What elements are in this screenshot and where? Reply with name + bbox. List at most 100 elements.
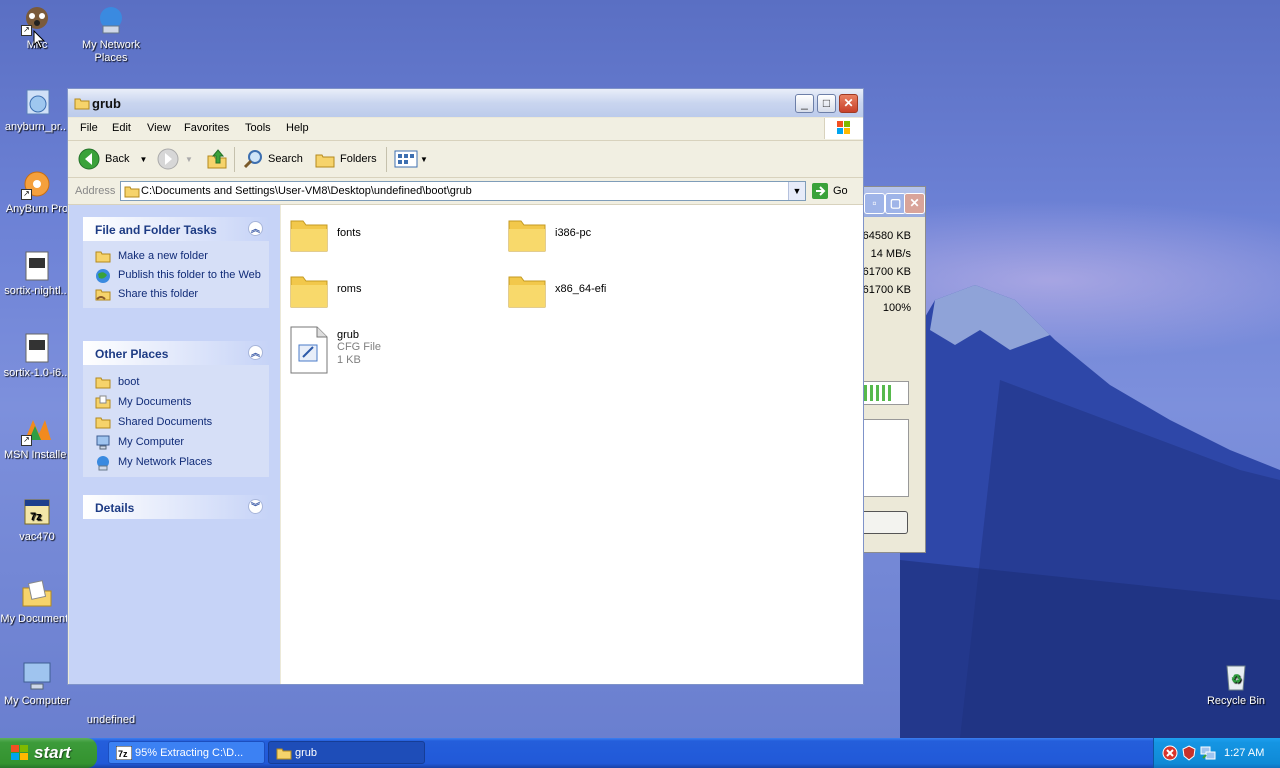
desktop-icon-network-places[interactable]: My Network Places	[74, 4, 148, 65]
address-value: C:\Documents and Settings\User-VM8\Deskt…	[141, 185, 472, 197]
taskbar-button-grub[interactable]: grub	[268, 741, 425, 764]
extract-maximize-button[interactable]: ▢	[885, 193, 906, 214]
chevron-down-icon[interactable]: ▼	[139, 155, 147, 164]
extract-close-button[interactable]: ✕	[904, 193, 925, 214]
desktop-icon-my-computer[interactable]: My Computer	[0, 660, 74, 708]
search-label: Search	[268, 153, 303, 165]
back-button[interactable]: Back ▼	[78, 148, 147, 170]
folder-item-fonts[interactable]: fonts	[289, 215, 361, 253]
make-new-folder-link[interactable]: Make a new folder	[83, 247, 269, 266]
anyburn-icon: ↗	[21, 168, 53, 200]
close-button[interactable]: ✕	[839, 94, 858, 113]
folder-item-x86-64-efi[interactable]: x86_64-efi	[507, 271, 606, 309]
views-icon	[394, 150, 418, 168]
iso-file-icon	[21, 332, 53, 364]
7zip-archive-icon: 7z	[21, 496, 53, 528]
folder-icon	[290, 220, 328, 252]
extract-progress-window[interactable]: ▫ ▢ ✕ 64580 KB 14 MB/s 61700 KB 61700 KB…	[862, 186, 926, 553]
desktop-icon-anyburn[interactable]: ↗ AnyBurn Pro	[0, 168, 74, 216]
menu-help[interactable]: Help	[286, 122, 309, 134]
search-button[interactable]: Search	[242, 148, 303, 170]
extract-progress-bar	[862, 381, 909, 405]
network-icon[interactable]	[1200, 745, 1216, 764]
extract-minimize-button[interactable]: ▫	[864, 193, 885, 214]
other-place-shared-documents[interactable]: Shared Documents	[83, 413, 269, 433]
collapse-chevron-icon[interactable]: ︽	[248, 221, 263, 236]
desktop-icon-vac470[interactable]: 7z vac470	[0, 496, 74, 544]
chevron-down-icon[interactable]: ▼	[420, 155, 428, 164]
shared-folder-icon	[95, 415, 111, 433]
folders-label: Folders	[340, 153, 377, 165]
menu-tools[interactable]: Tools	[245, 122, 271, 134]
desktop-icon-label: undefined	[86, 714, 136, 726]
address-input[interactable]: C:\Documents and Settings\User-VM8\Deskt…	[120, 181, 806, 201]
folder-item-i386-pc[interactable]: i386-pc	[507, 215, 591, 253]
address-label: Address	[75, 185, 116, 197]
other-place-boot[interactable]: boot	[83, 373, 269, 393]
share-folder-link[interactable]: Share this folder	[83, 285, 269, 304]
desktop-icon-label: sortix-nightl...	[4, 285, 70, 297]
taskbar: start 7z 95% Extracting C:\D... grub 1:2…	[0, 738, 1280, 768]
forward-button[interactable]: ▼	[157, 148, 193, 170]
window-titlebar[interactable]: grub _ □ ✕	[68, 89, 863, 117]
back-label: Back	[105, 153, 130, 165]
desktop-icon-sortix-10[interactable]: sortix-1.0-i6...	[0, 332, 74, 380]
file-type: CFG File	[337, 341, 381, 353]
file-folder-tasks-header[interactable]: File and Folder Tasks ︽	[83, 217, 269, 241]
extract-cancel-button[interactable]	[862, 511, 908, 534]
folders-button[interactable]: Folders	[314, 148, 377, 170]
other-place-my-documents[interactable]: My Documents	[83, 393, 269, 413]
security-alert-icon[interactable]	[1162, 745, 1178, 764]
folders-icon	[315, 154, 335, 168]
extract-total-size: 64580 KB	[862, 230, 911, 242]
extract-window-titlebar[interactable]: ▫ ▢ ✕	[862, 187, 925, 217]
menu-bar: File Edit View Favorites Tools Help	[68, 118, 863, 141]
share-folder-icon	[95, 287, 111, 305]
desktop-icon-sortix-nightly[interactable]: sortix-nightl...	[0, 250, 74, 298]
7zip-icon: 7z	[115, 745, 133, 763]
menu-file[interactable]: File	[80, 122, 98, 134]
menu-view[interactable]: View	[147, 122, 171, 134]
desktop-icon-label: sortix-1.0-i6...	[3, 367, 71, 379]
menu-edit[interactable]: Edit	[112, 122, 131, 134]
minimize-button[interactable]: _	[795, 94, 814, 113]
desktop-icon-msn[interactable]: ↗ MSN Installer	[0, 414, 74, 462]
collapse-chevron-icon[interactable]: ︽	[248, 345, 263, 360]
file-size: 1 KB	[337, 354, 361, 366]
publish-folder-link[interactable]: Publish this folder to the Web	[83, 266, 269, 285]
other-place-network-places[interactable]: My Network Places	[83, 453, 269, 473]
expand-chevron-icon[interactable]: ︾	[248, 499, 263, 514]
start-button[interactable]: start	[0, 738, 97, 768]
details-header[interactable]: Details ︾	[83, 495, 269, 519]
go-label: Go	[833, 185, 848, 197]
task-pane: File and Folder Tasks ︽ Make a new folde…	[69, 205, 280, 684]
maximize-button[interactable]: □	[817, 94, 836, 113]
views-button[interactable]: ▼	[394, 148, 428, 170]
chevron-down-icon[interactable]: ▼	[185, 155, 193, 164]
go-button[interactable]: Go	[811, 182, 848, 200]
other-place-my-computer[interactable]: My Computer	[83, 433, 269, 453]
shield-icon[interactable]	[1181, 745, 1197, 764]
folder-item-roms[interactable]: roms	[289, 271, 361, 309]
other-places-panel: Other Places ︽ boot My Documents Shared …	[83, 341, 269, 477]
desktop-icon-my-documents[interactable]: My Documents	[0, 578, 74, 626]
desktop-icon-recycle-bin[interactable]: ♻ Recycle Bin	[1199, 660, 1273, 708]
file-item-grub-cfg[interactable]: grub CFG File 1 KB	[289, 325, 381, 375]
explorer-window[interactable]: grub _ □ ✕ File Edit View Favorites Tool…	[67, 88, 864, 685]
back-arrow-icon	[78, 148, 100, 170]
details-panel: Details ︾	[83, 495, 269, 519]
desktop-icon-label: vac470	[19, 531, 55, 543]
standard-toolbar: Back ▼ ▼ Search Folders ▼	[68, 141, 863, 178]
my-documents-icon	[21, 578, 53, 610]
taskbar-button-extracting[interactable]: 7z 95% Extracting C:\D...	[108, 741, 265, 764]
desktop-icon-label: anyburn_pr...	[4, 121, 70, 133]
menu-favorites[interactable]: Favorites	[184, 122, 229, 134]
address-dropdown-button[interactable]: ▼	[788, 182, 805, 200]
desktop-icon-label: My Network Places	[81, 39, 141, 64]
up-folder-button[interactable]	[206, 148, 228, 170]
desktop-icon-anyburn-pr[interactable]: anyburn_pr...	[0, 86, 74, 134]
iso-file-icon	[21, 250, 53, 282]
other-places-header[interactable]: Other Places ︽	[83, 341, 269, 365]
my-computer-icon	[95, 435, 111, 455]
go-arrow-icon	[812, 183, 828, 199]
